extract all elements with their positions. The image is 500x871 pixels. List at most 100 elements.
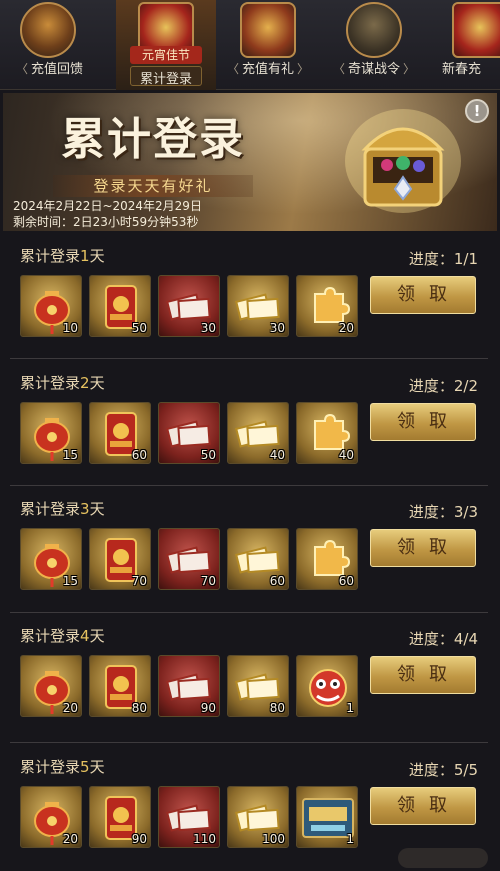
item-count: 20 [62, 832, 78, 846]
progress-text: 进度：4/4 [408, 630, 478, 648]
info-button[interactable]: ! [465, 99, 489, 123]
row-title: 累计登录3天 [20, 498, 105, 519]
item-count: 15 [62, 574, 78, 588]
tab-cumulative-login[interactable]: 元宵佳节 累计登录 [116, 0, 216, 90]
tab-label: 新春充 [442, 62, 482, 77]
tab-label: 充值回馈 [31, 62, 84, 77]
row-divider [10, 612, 488, 613]
tab-recharge-feedback[interactable]: 〈充值回馈 [0, 0, 98, 90]
row-title-prefix: 累计登录 [20, 758, 81, 776]
item-count: 80 [269, 701, 285, 715]
progress-text: 进度：2/2 [408, 377, 478, 395]
item-count: 30 [269, 321, 285, 335]
red-tickets-icon[interactable]: 110 [158, 786, 220, 848]
row-title-suffix: 天 [89, 247, 105, 265]
item-count: 1 [346, 832, 354, 846]
row-divider [10, 358, 488, 359]
tab-label: 充值有礼 [241, 62, 294, 77]
row-title-prefix: 累计登录 [20, 500, 81, 518]
time-remaining: 剩余时间：2日23小时59分钟53秒 [13, 215, 199, 229]
item-count: 70 [200, 574, 216, 588]
event-dates: 2024年2月22日~2024年2月29日 [13, 199, 202, 213]
lion-dance-icon[interactable]: 1 [296, 655, 358, 717]
row-day-count: 2 [80, 374, 90, 392]
red-tickets-icon[interactable]: 50 [158, 402, 220, 464]
claim-button[interactable]: 领取 [370, 276, 476, 314]
gold-tickets-icon[interactable]: 80 [227, 655, 289, 717]
tower-icon [20, 2, 76, 58]
red-lantern-icon[interactable]: 20 [20, 655, 82, 717]
progress-text: 进度：1/1 [408, 250, 478, 268]
item-count: 20 [62, 701, 78, 715]
row-title-prefix: 累计登录 [20, 627, 81, 645]
red-lantern-icon[interactable]: 15 [20, 402, 82, 464]
treasure-chest-icon [240, 2, 296, 58]
gold-puzzle-icon[interactable]: 60 [296, 528, 358, 590]
reward-row: 累计登录2天 进度：2/2 15 60 50 40 40 领取 [8, 372, 492, 492]
item-count: 40 [269, 448, 285, 462]
item-count: 30 [200, 321, 216, 335]
item-count: 60 [269, 574, 285, 588]
banner-subtitle: 登录天天有好礼 [53, 175, 253, 197]
gold-puzzle-icon[interactable]: 40 [296, 402, 358, 464]
dragon-emblem-icon [346, 2, 402, 58]
scroll-card-icon[interactable]: 1 [296, 786, 358, 848]
claim-button[interactable]: 领取 [370, 403, 476, 441]
event-banner: 累计登录 登录天天有好礼 2024年2月22日~2024年2月29日 剩余时间：… [3, 93, 497, 231]
item-count: 1 [346, 701, 354, 715]
item-count: 10 [62, 321, 78, 335]
tab-label: 奇谋战令 [347, 62, 400, 77]
item-count: 90 [131, 832, 147, 846]
row-title: 累计登录1天 [20, 245, 105, 266]
reward-row: 累计登录1天 进度：1/1 10 50 30 30 20 领取 [8, 245, 492, 365]
row-day-count: 5 [80, 758, 90, 776]
reward-row: 累计登录4天 进度：4/4 20 80 90 80 1 领取 [8, 625, 492, 745]
tab-new-year-recharge[interactable]: 新春充 [430, 0, 500, 90]
claim-button[interactable]: 领取 [370, 529, 476, 567]
item-count: 50 [131, 321, 147, 335]
item-count: 60 [131, 448, 147, 462]
red-tickets-icon[interactable]: 90 [158, 655, 220, 717]
red-envelope-icon[interactable]: 50 [89, 275, 151, 337]
red-envelope-icon[interactable]: 80 [89, 655, 151, 717]
red-envelope-icon[interactable]: 90 [89, 786, 151, 848]
tab-recharge-gift[interactable]: 〈充值有礼〉 [218, 0, 318, 90]
red-lantern-icon[interactable]: 20 [20, 786, 82, 848]
gift-icon [452, 2, 500, 58]
gold-tickets-icon[interactable]: 100 [227, 786, 289, 848]
red-lantern-icon[interactable]: 10 [20, 275, 82, 337]
reward-row: 累计登录3天 进度：3/3 15 70 70 60 60 领取 [8, 498, 492, 618]
red-lantern-icon[interactable]: 15 [20, 528, 82, 590]
tab-label: 累计登录 [139, 72, 192, 87]
progress-text: 进度：5/5 [408, 761, 478, 779]
tab-strategy-pass[interactable]: 〈奇谋战令〉 [324, 0, 424, 90]
claim-button[interactable]: 领取 [370, 656, 476, 694]
banner-title: 累计登录 [61, 114, 245, 165]
gold-tickets-icon[interactable]: 30 [227, 275, 289, 337]
item-count: 100 [262, 832, 285, 846]
gold-puzzle-icon[interactable]: 20 [296, 275, 358, 337]
red-tickets-icon[interactable]: 30 [158, 275, 220, 337]
item-count: 80 [131, 701, 147, 715]
row-day-count: 4 [80, 627, 90, 645]
item-count: 40 [338, 448, 354, 462]
item-count: 110 [193, 832, 216, 846]
row-title-suffix: 天 [89, 758, 105, 776]
item-count: 50 [200, 448, 216, 462]
item-count: 15 [62, 448, 78, 462]
tab-bar: 〈充值回馈 元宵佳节 累计登录 〈充值有礼〉 〈奇谋战令〉 新春充 [0, 0, 500, 90]
claim-button[interactable]: 领取 [370, 787, 476, 825]
progress-text: 进度：3/3 [408, 503, 478, 521]
item-count: 60 [338, 574, 354, 588]
red-envelope-icon[interactable]: 70 [89, 528, 151, 590]
gold-tickets-icon[interactable]: 40 [227, 402, 289, 464]
row-title: 累计登录4天 [20, 625, 105, 646]
tab-festival-label: 元宵佳节 [130, 46, 202, 64]
red-envelope-icon[interactable]: 60 [89, 402, 151, 464]
row-divider [10, 485, 488, 486]
gold-tickets-icon[interactable]: 60 [227, 528, 289, 590]
item-count: 90 [200, 701, 216, 715]
item-count: 70 [131, 574, 147, 588]
watermark [398, 848, 488, 868]
red-tickets-icon[interactable]: 70 [158, 528, 220, 590]
